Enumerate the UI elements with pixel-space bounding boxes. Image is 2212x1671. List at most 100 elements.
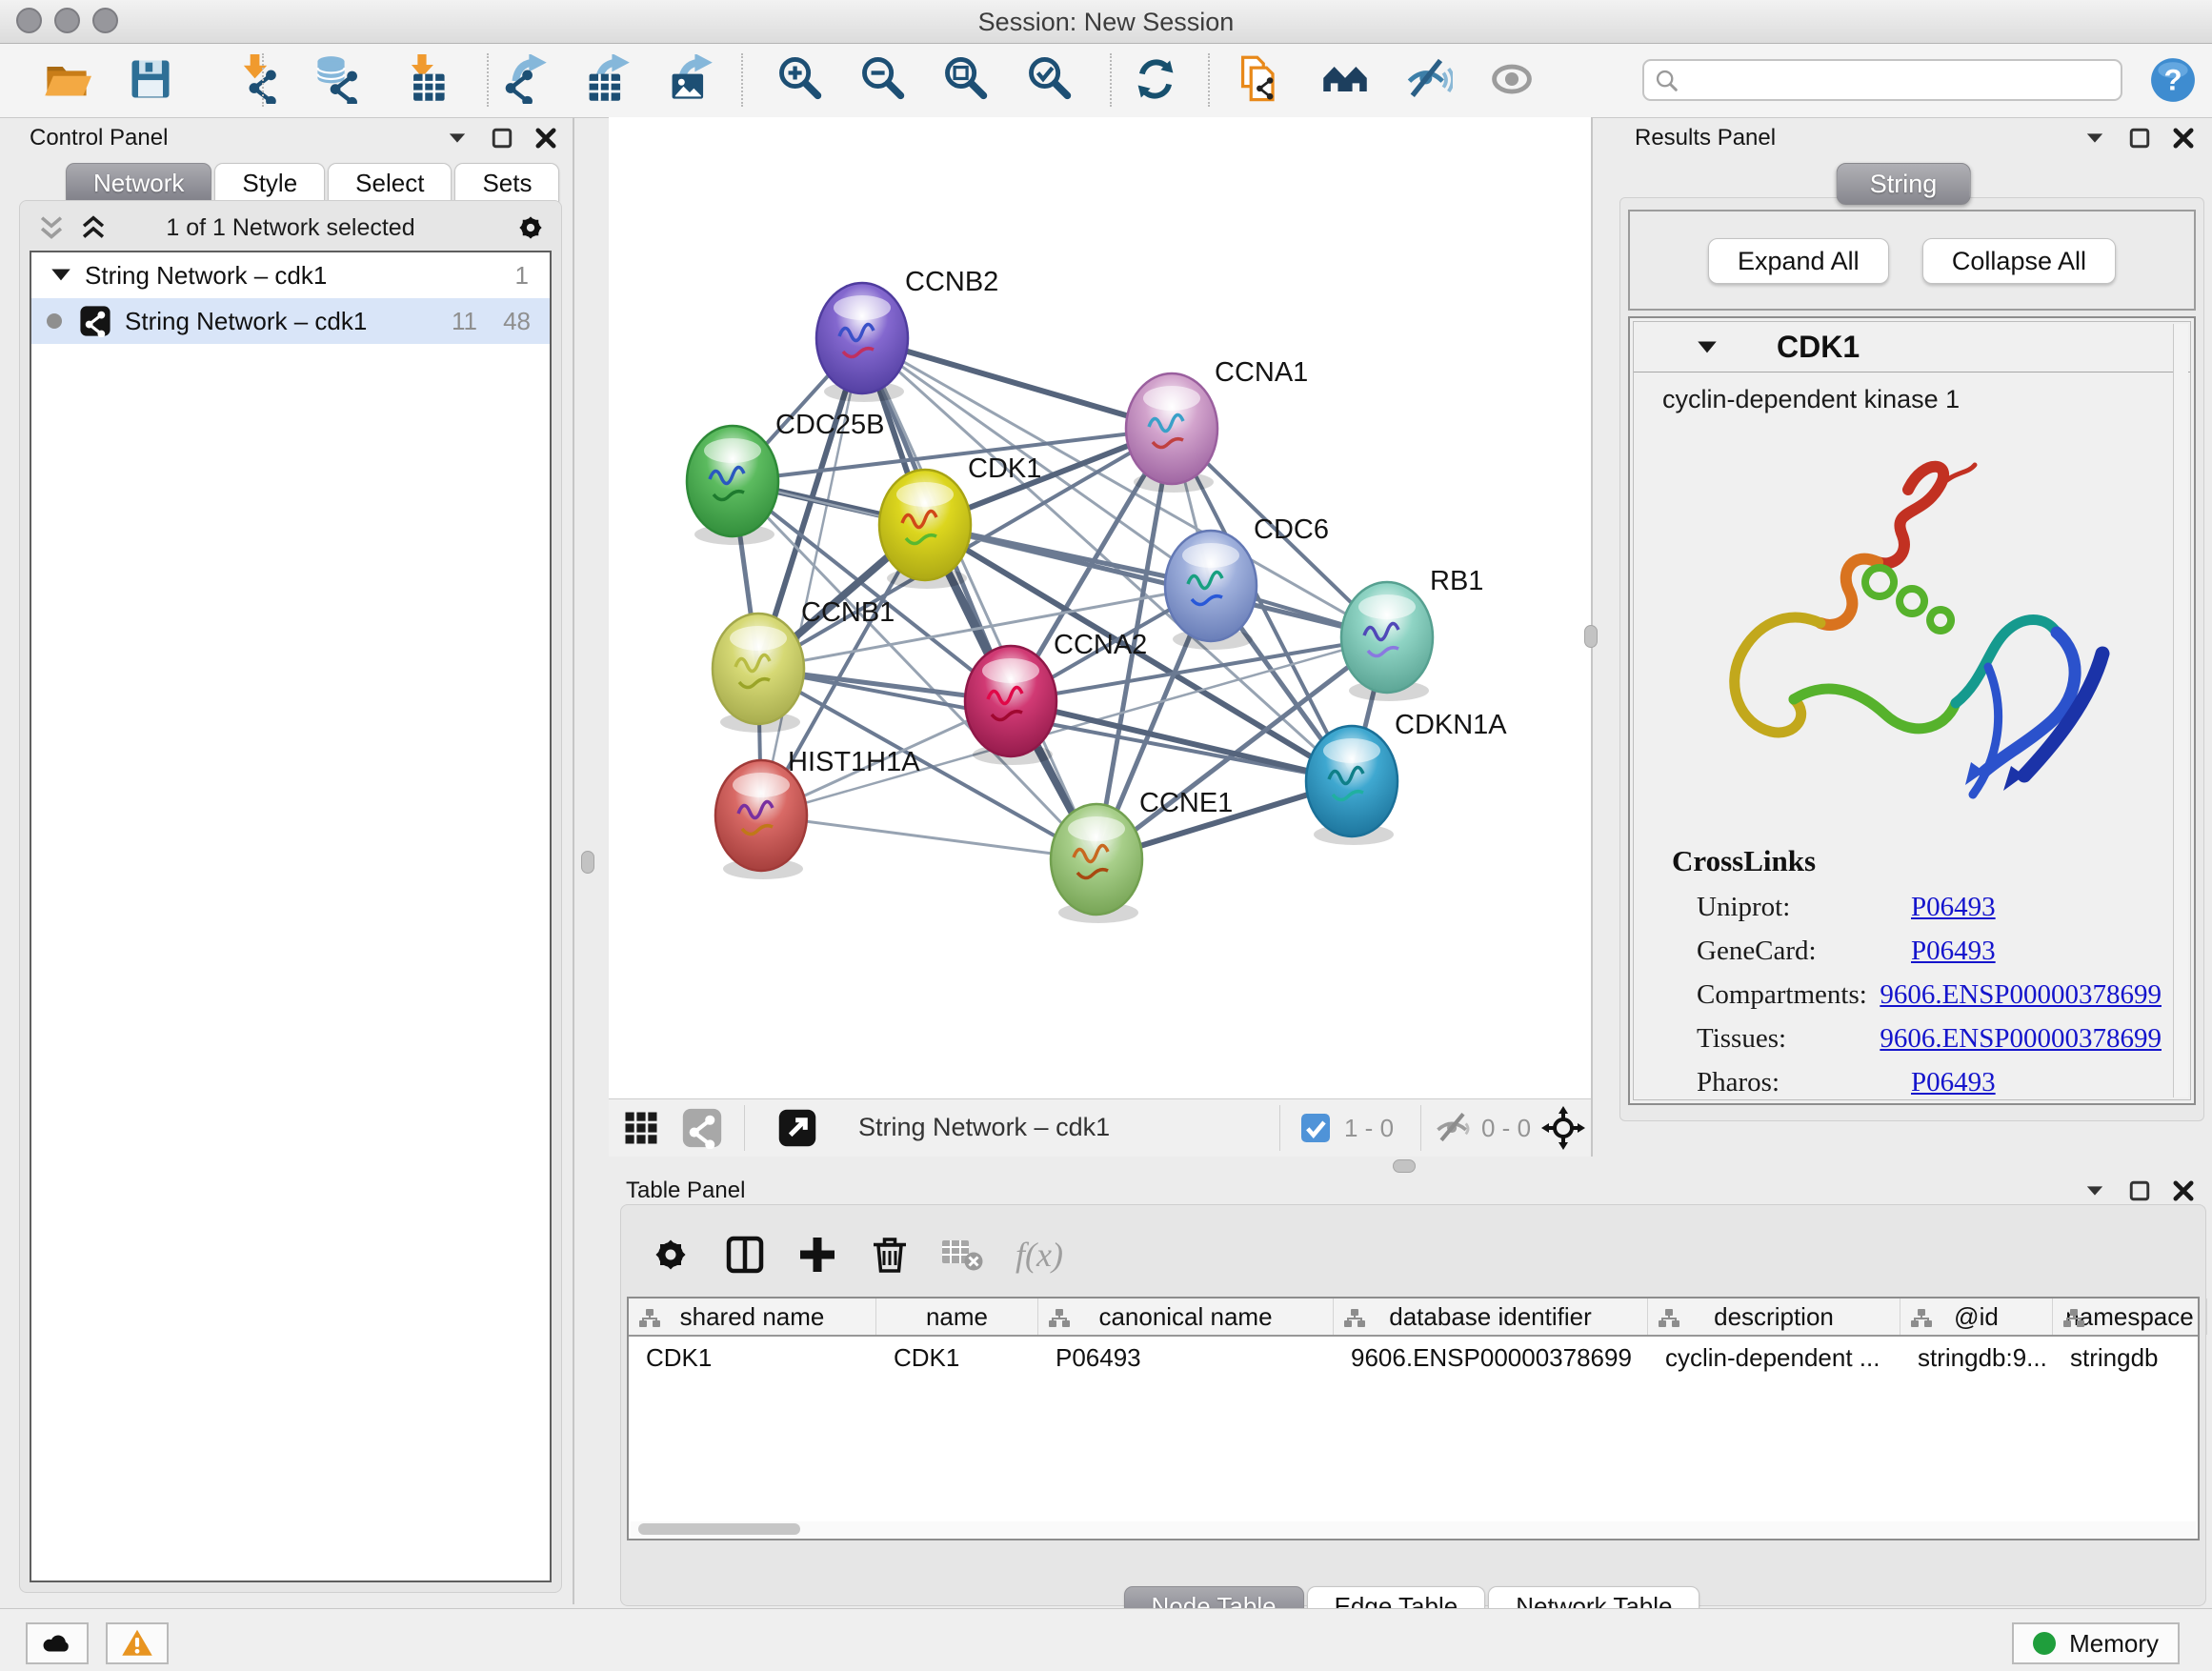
table-columns-icon[interactable] [722,1232,768,1278]
warning-button[interactable] [106,1622,169,1664]
import-network-file-button[interactable] [233,54,283,104]
right-splitter-handle[interactable] [1584,625,1598,648]
table-cell[interactable]: stringdb:9... [1900,1343,2053,1373]
export-network-button[interactable] [500,54,550,104]
table-cell[interactable]: CDK1 [876,1343,1038,1373]
crosslink-link[interactable]: 9606.ENSP00000378699 [1880,1023,2162,1067]
crosslink-link[interactable]: P06493 [1911,892,1996,936]
table-cell[interactable]: CDK1 [629,1343,876,1373]
crosslink-link[interactable]: P06493 [1911,936,1996,979]
memory-button[interactable]: Memory [2012,1622,2180,1664]
cloud-button[interactable] [26,1622,89,1664]
panel-float-icon[interactable] [2126,125,2153,151]
column-header-namespace[interactable]: namespace [2053,1299,2207,1335]
collection-count: 1 [515,261,529,291]
network-node[interactable]: CDK1 [879,453,1041,589]
refresh-button[interactable] [1131,54,1180,104]
column-header-canonical-name[interactable]: canonical name [1038,1299,1334,1335]
panel-close-icon[interactable] [2170,1178,2197,1204]
bottom-splitter-handle[interactable] [1393,1159,1416,1173]
table-hscroll-thumb[interactable] [638,1523,800,1535]
panel-close-icon[interactable] [533,125,559,151]
zoom-fit-button[interactable] [941,54,991,104]
crosslink-row: Pharos: P06493 [1672,1067,2162,1111]
column-header-database-identifier[interactable]: database identifier [1334,1299,1648,1335]
search-input[interactable] [1688,64,2111,98]
save-session-button[interactable] [126,54,175,104]
network-canvas[interactable]: CCNB2 CCNA1 CDC25B CDK1 [609,117,1591,1097]
table-cell[interactable]: cyclin-dependent ... [1648,1343,1900,1373]
table-cell[interactable]: stringdb [2053,1343,2207,1373]
network-options-gear-icon[interactable] [513,211,548,245]
column-header-description[interactable]: description [1648,1299,1900,1335]
panel-menu-icon[interactable] [2081,1178,2108,1204]
birdseye-grid-icon[interactable] [620,1107,662,1149]
help-button[interactable]: ? [2149,56,2197,104]
crosslink-link[interactable]: P06493 [1911,1067,1996,1111]
table-gear-icon[interactable] [648,1232,694,1278]
column-header-shared-name[interactable]: shared name [629,1299,876,1335]
panel-menu-icon[interactable] [444,125,471,151]
network-from-selection-button[interactable] [1236,54,1285,104]
network-node[interactable]: RB1 [1341,566,1483,701]
zoom-selected-button[interactable] [1025,54,1075,104]
table-delete-row-icon[interactable] [867,1232,913,1278]
shared-column-icon [1910,1306,1933,1327]
network-edge [862,338,1096,859]
tab-select[interactable]: Select [328,163,452,202]
network-node[interactable]: CDC6 [1165,514,1329,650]
home-button[interactable] [1320,54,1370,104]
table-cell[interactable]: P06493 [1038,1343,1334,1373]
network-share-icon-disabled[interactable] [681,1107,723,1149]
crosslink-label: Uniprot: [1672,892,1911,936]
column-header-name[interactable]: name [876,1299,1038,1335]
network-node[interactable]: CDKN1A [1306,710,1507,845]
column-header--id[interactable]: @id [1900,1299,2053,1335]
tab-network[interactable]: Network [66,163,211,202]
import-table-button[interactable] [400,54,450,104]
network-row[interactable]: String Network – cdk1 11 48 [31,298,550,344]
fit-content-crosshair-icon[interactable] [1540,1105,1586,1151]
zoom-in-button[interactable] [775,54,825,104]
export-table-button[interactable] [582,54,632,104]
gene-description: cyclin-dependent kinase 1 [1662,385,1960,414]
results-scrollbar[interactable] [2173,324,2188,1097]
panel-menu-icon[interactable] [2081,125,2108,151]
window-title: Session: New Session [0,8,2212,37]
panel-close-icon[interactable] [2170,125,2197,151]
zoom-out-button[interactable] [858,54,908,104]
gene-card-header[interactable]: CDK1 [1634,322,2190,372]
panel-float-icon[interactable] [2126,1178,2153,1204]
tab-sets[interactable]: Sets [454,163,559,202]
left-splitter-handle[interactable] [581,851,594,874]
triangle-down-icon[interactable] [1695,335,1719,360]
export-image-button[interactable] [665,54,714,104]
selected-checkbox-icon[interactable] [1298,1111,1333,1145]
table-cell[interactable]: 9606.ENSP00000378699 [1334,1343,1648,1373]
gene-card: CDK1 cyclin-dependent kinase 1 CrossLink… [1628,316,2196,1105]
node-table: shared name name canonical name database… [627,1297,2200,1540]
expand-all-button[interactable]: Expand All [1708,238,1889,284]
open-in-new-window-icon[interactable] [776,1107,818,1149]
table-panel-title: Table Panel [626,1178,745,1203]
import-network-database-button[interactable] [312,54,362,104]
open-session-button[interactable] [42,54,91,104]
panel-float-icon[interactable] [489,125,515,151]
network-node[interactable]: CCNA2 [965,630,1147,765]
network-node[interactable]: CCNB2 [816,267,998,402]
table-row[interactable]: CDK1CDK1P064939606.ENSP00000378699cyclin… [629,1337,2198,1379]
search-box [1642,59,2122,101]
table-add-icon[interactable] [794,1232,840,1278]
network-collection-row[interactable]: String Network – cdk1 1 [31,252,550,298]
hide-selected-button[interactable] [1403,54,1453,104]
collapse-all-button[interactable]: Collapse All [1922,238,2116,284]
tab-style[interactable]: Style [214,163,325,202]
crosslink-link[interactable]: 9606.ENSP00000378699 [1880,979,2162,1023]
network-node[interactable]: HIST1H1A [715,747,920,879]
triangle-down-icon[interactable] [49,263,73,288]
network-edge [862,338,1172,429]
network-node[interactable]: CCNE1 [1051,788,1233,923]
tab-string[interactable]: String [1837,163,1971,205]
show-selected-button[interactable] [1487,54,1537,104]
network-node[interactable]: CCNB1 [713,597,895,733]
